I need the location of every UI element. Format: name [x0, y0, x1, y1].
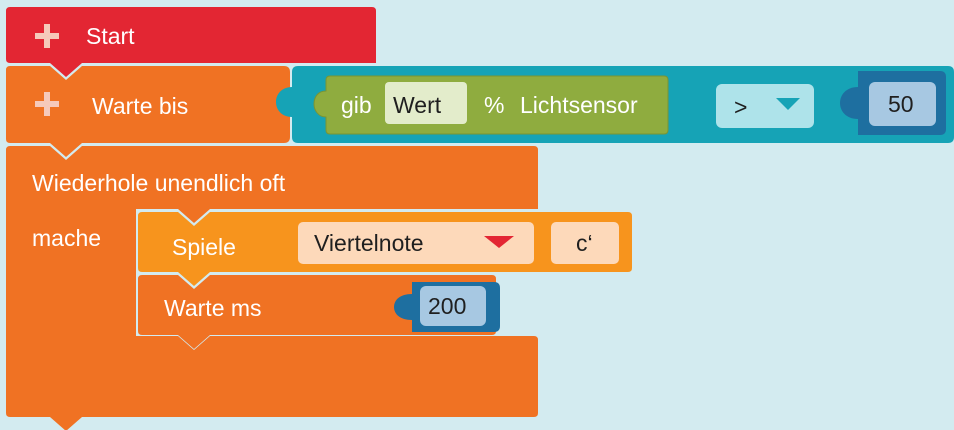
sensor-prefix-label: gib	[341, 92, 372, 118]
block-canvas	[6, 7, 954, 430]
number-field-200[interactable]: 200	[428, 295, 466, 318]
wait-until-label: Warte bis	[92, 93, 189, 119]
note-field[interactable]: c‘	[576, 232, 593, 255]
play-label: Spiele	[172, 234, 236, 260]
number-field-50[interactable]: 50	[888, 93, 914, 116]
operator-dropdown-bg[interactable]	[716, 84, 814, 128]
wait-ms-label: Warte ms	[164, 295, 262, 321]
sensor-name-label: Lichtsensor	[520, 92, 638, 118]
operator-dropdown[interactable]: >	[734, 96, 747, 119]
duration-dropdown[interactable]: Viertelnote	[314, 232, 424, 255]
loop-do-label: mache	[32, 225, 102, 251]
wert-field[interactable]: Wert	[393, 94, 441, 117]
start-label: Start	[86, 23, 135, 49]
loop-label: Wiederhole unendlich oft	[32, 170, 286, 196]
sensor-separator-label: %	[484, 92, 505, 118]
